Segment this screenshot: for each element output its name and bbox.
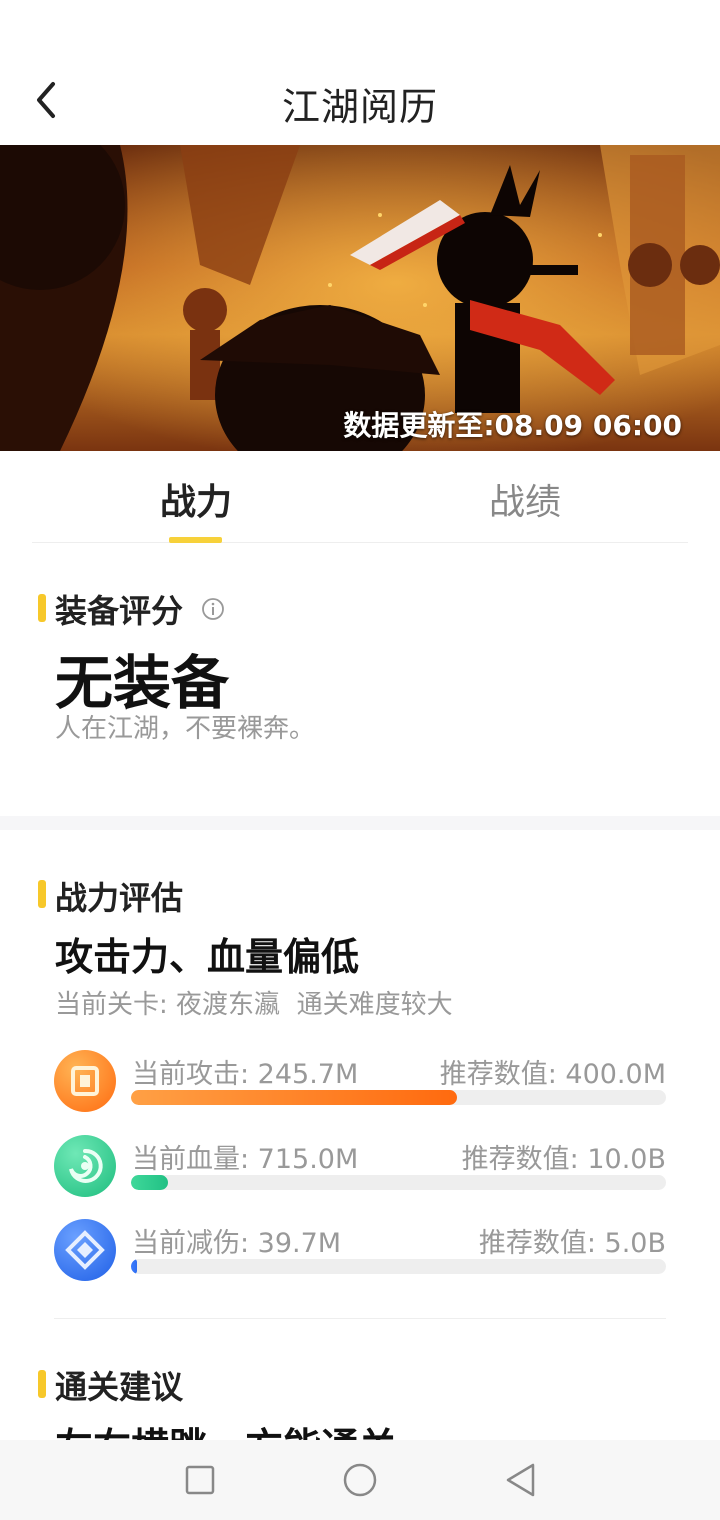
- tab-bar: 战力 战绩: [32, 451, 688, 543]
- app-header: 江湖阅历: [0, 0, 720, 145]
- tab-combat-power[interactable]: 战力: [160, 473, 232, 525]
- health-progress-track: [131, 1175, 666, 1190]
- update-time-value: 08.09 06:00: [494, 409, 682, 442]
- health-stat-row: 当前血量: 715.0M 推荐数值: 10.0B: [54, 1135, 666, 1199]
- defense-progress-fill: [131, 1259, 137, 1274]
- stage-info: 当前关卡: 夜渡东瀛 通关难度较大: [55, 984, 453, 1021]
- recents-button[interactable]: [180, 1460, 220, 1500]
- triangle-back-icon: [506, 1463, 535, 1497]
- defense-current: 当前减伤: 39.7M: [132, 1228, 342, 1259]
- info-icon[interactable]: [201, 597, 225, 621]
- defense-stat-row: 当前减伤: 39.7M 推荐数值: 5.0B: [54, 1219, 666, 1283]
- health-icon: [54, 1135, 116, 1197]
- health-progress-fill: [131, 1175, 168, 1190]
- attack-progress-track: [131, 1090, 666, 1105]
- equipment-score-title: 装备评分: [55, 592, 184, 630]
- attack-progress-fill: [131, 1090, 457, 1105]
- section-marker: [38, 594, 46, 622]
- equipment-note: 人在江湖，不要裸奔。: [55, 714, 316, 744]
- section-marker: [38, 1370, 46, 1398]
- section-marker: [38, 880, 46, 908]
- health-current: 当前血量: 715.0M: [132, 1144, 359, 1175]
- data-update-time: 数据更新至:08.09 06:00: [343, 404, 682, 444]
- content-divider: [54, 1318, 666, 1319]
- defense-icon: [54, 1219, 116, 1281]
- circle-icon: [343, 1463, 377, 1497]
- attack-stat-row: 当前攻击: 245.7M 推荐数值: 400.0M: [54, 1050, 666, 1114]
- difficulty-note: 通关难度较大: [296, 990, 453, 1020]
- power-assessment-title: 战力评估: [55, 879, 184, 917]
- power-verdict: 攻击力、血量偏低: [55, 935, 360, 979]
- clear-advice-title: 通关建议: [55, 1368, 184, 1406]
- home-button[interactable]: [340, 1460, 380, 1500]
- defense-progress-track: [131, 1259, 666, 1274]
- active-tab-indicator: [169, 537, 222, 543]
- attack-recommended: 推荐数值: 400.0M: [439, 1059, 666, 1090]
- system-back-button[interactable]: [500, 1460, 540, 1500]
- health-recommended: 推荐数值: 10.0B: [461, 1144, 666, 1175]
- system-nav-bar: [0, 1440, 720, 1520]
- defense-recommended: 推荐数值: 5.0B: [478, 1228, 666, 1259]
- tab-battle-record[interactable]: 战绩: [489, 473, 561, 525]
- update-label: 数据更新至:: [343, 409, 495, 442]
- attack-current: 当前攻击: 245.7M: [132, 1059, 359, 1090]
- current-stage: 当前关卡: 夜渡东瀛: [55, 990, 281, 1020]
- page-title: 江湖阅历: [281, 85, 438, 129]
- attack-icon: [54, 1050, 116, 1112]
- section-divider: [0, 816, 720, 830]
- square-icon: [185, 1465, 215, 1495]
